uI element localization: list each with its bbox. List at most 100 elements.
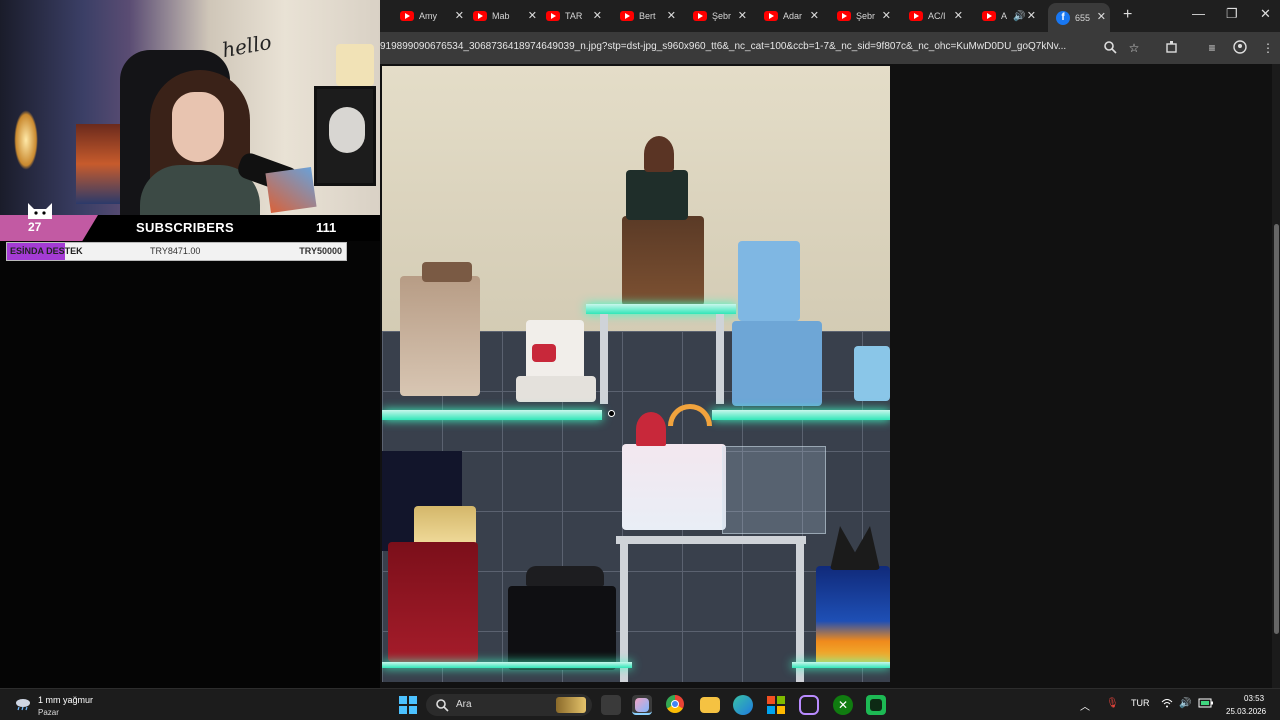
microphone-icon[interactable]: 🎙 (1106, 698, 1119, 709)
language-indicator[interactable]: TUR (1131, 698, 1150, 708)
rain-cloud-icon[interactable] (14, 697, 32, 711)
sorting-hat (644, 136, 674, 172)
donation-current: TRY8471.00 (150, 246, 201, 256)
tab-label: AC/I (928, 11, 946, 21)
close-tab-icon[interactable]: ✕ (1097, 10, 1106, 23)
browser-tab[interactable]: Şebr ✕ (837, 4, 891, 28)
donation-label: ESİNDA DESTEK (10, 246, 83, 256)
close-tab-icon[interactable]: ✕ (810, 9, 819, 22)
browser-tab-active[interactable]: f 655 ✕ (1048, 3, 1110, 32)
shelf-leg (716, 314, 724, 404)
streamer-face (172, 92, 224, 162)
weather-day[interactable]: Pazar (38, 708, 59, 717)
taskbar-search[interactable]: Ara (426, 694, 592, 716)
browser-tab[interactable]: TAR ✕ (546, 4, 602, 28)
address-toolbar: 919899090676534_3068736418974649039_n.jp… (380, 32, 1280, 64)
clock-date[interactable]: 25.03.2026 (1226, 707, 1266, 716)
cake-blue-ocean (732, 321, 822, 406)
mouse-cursor (608, 410, 615, 417)
cat-icon (28, 203, 52, 219)
tab-label: Adar (783, 11, 803, 21)
close-tab-icon[interactable]: ✕ (528, 9, 537, 22)
cake-base (516, 376, 596, 402)
restore-button[interactable]: ❐ (1226, 6, 1238, 22)
browser-window: Amy ✕ Mab ✕ TAR ✕ Bert ✕ Şebr ✕ Adar ✕ Ş… (380, 0, 1280, 688)
cake-stand (616, 536, 806, 544)
subscriber-bar: 27 SUBSCRIBERS 111 (0, 215, 380, 241)
browser-tab[interactable]: Bert ✕ (620, 4, 676, 28)
edge-icon[interactable] (733, 695, 753, 715)
image-viewer (380, 64, 1280, 688)
browser-tab[interactable]: Şebr ✕ (693, 4, 747, 28)
donation-goal: TRY50000 (299, 246, 342, 256)
xbox-icon[interactable]: ✕ (833, 695, 853, 715)
profile-icon[interactable] (1232, 40, 1248, 56)
youtube-icon (546, 11, 560, 21)
extensions-icon[interactable] (1164, 40, 1180, 56)
wall-painting-portrait (76, 124, 122, 204)
cake-partial-right (854, 346, 890, 401)
more-menu-icon[interactable]: ⋮ (1260, 40, 1276, 56)
youtube-icon (909, 11, 923, 21)
close-tab-icon[interactable]: ✕ (667, 9, 676, 22)
glowing-shelf (382, 662, 632, 668)
cake-gold-tier (414, 506, 476, 546)
zoom-icon[interactable] (1102, 40, 1118, 56)
clock-time[interactable]: 03:53 (1244, 694, 1264, 703)
wifi-icon[interactable] (1161, 698, 1173, 711)
cake-flame (816, 566, 890, 666)
love-decoration (532, 344, 556, 362)
subscribers-total: 111 (316, 220, 337, 235)
close-tab-icon[interactable]: ✕ (593, 9, 602, 22)
scroll-thumb[interactable] (1274, 224, 1279, 634)
canvas-art (265, 166, 317, 214)
new-tab-button[interactable]: + (1123, 6, 1132, 24)
start-button[interactable] (399, 696, 417, 714)
file-explorer-icon[interactable] (700, 697, 720, 713)
url-bar[interactable]: 919899090676534_3068736418974649039_n.jp… (380, 41, 1092, 52)
figurine-red (636, 412, 666, 446)
viewer-scrollbar[interactable] (1272, 64, 1280, 688)
copilot-icon[interactable] (632, 695, 652, 715)
chevron-up-icon[interactable]: ︿ (1080, 698, 1090, 713)
cake-display-photo (382, 66, 890, 682)
browser-tab[interactable]: Amy ✕ (400, 4, 464, 28)
chat-app-icon[interactable] (866, 695, 886, 715)
close-tab-icon[interactable]: ✕ (738, 9, 747, 22)
tab-label: Bert (639, 11, 656, 21)
weather-text[interactable]: 1 mm yağmur (38, 695, 93, 705)
desktop: hello 27 SUBSCRIBERS 111 ESİNDA DESTEK T… (0, 0, 1280, 720)
podcast-app-icon[interactable] (799, 695, 819, 715)
close-tab-icon[interactable]: ✕ (1027, 9, 1036, 22)
close-window-button[interactable]: ✕ (1260, 6, 1271, 22)
subscriber-badge-count: 27 (28, 220, 42, 234)
glowing-shelf (382, 410, 602, 420)
close-tab-icon[interactable]: ✕ (882, 9, 891, 22)
store-icon[interactable] (766, 695, 786, 715)
browser-tab[interactable]: Mab ✕ (473, 4, 537, 28)
cake-vintage (400, 276, 480, 396)
cake-black-mercedes (508, 586, 616, 670)
battery-icon[interactable] (1198, 698, 1214, 711)
media-control-icon[interactable]: ≡ (1204, 40, 1220, 56)
volume-icon[interactable]: 🔊 (1179, 698, 1191, 709)
bookmark-star-icon[interactable]: ☆ (1126, 40, 1142, 56)
youtube-icon (764, 11, 778, 21)
task-view-icon[interactable] (601, 695, 621, 715)
search-highlight-image (556, 697, 586, 713)
hello-sign: hello (220, 29, 274, 63)
chrome-icon[interactable] (666, 695, 686, 715)
tab-label: Mab (492, 11, 510, 21)
car-topper (526, 566, 604, 586)
close-tab-icon[interactable]: ✕ (954, 9, 963, 22)
minimize-button[interactable]: — (1192, 6, 1205, 21)
shelf-leg (600, 314, 608, 404)
browser-tab[interactable]: AC/I ✕ (909, 4, 963, 28)
tab-label: A (1001, 11, 1008, 21)
speaker-icon[interactable]: 🔊 (1013, 11, 1025, 22)
youtube-icon (473, 11, 487, 21)
tab-label: 655 (1075, 12, 1091, 23)
browser-tab[interactable]: A 🔊 ✕ (982, 4, 1036, 28)
close-tab-icon[interactable]: ✕ (455, 9, 464, 22)
browser-tab[interactable]: Adar ✕ (764, 4, 819, 28)
